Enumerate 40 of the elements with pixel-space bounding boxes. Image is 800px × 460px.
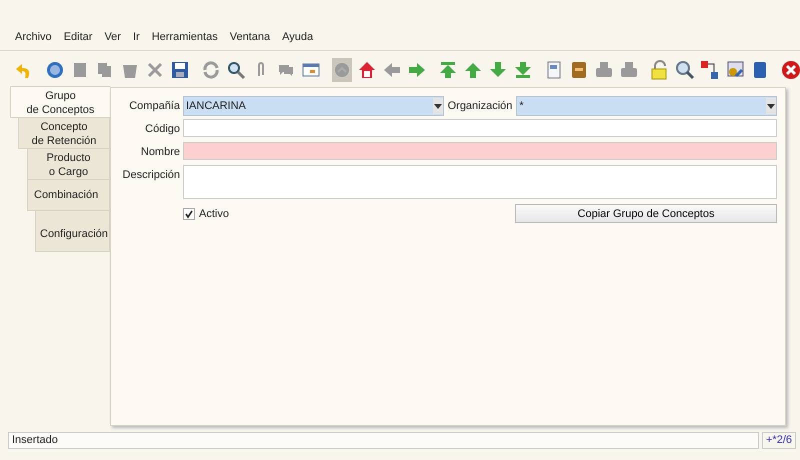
exit-icon[interactable] bbox=[781, 60, 800, 80]
field-label: Nombre bbox=[140, 145, 181, 160]
company-dropdown[interactable]: IANCARINA bbox=[183, 96, 444, 116]
last-icon[interactable] bbox=[513, 60, 533, 80]
field-label: Organización bbox=[448, 100, 512, 112]
down-icon[interactable] bbox=[488, 60, 508, 80]
organization-dropdown[interactable]: * bbox=[516, 96, 778, 116]
home-icon[interactable] bbox=[357, 60, 377, 80]
save-icon[interactable] bbox=[170, 60, 190, 80]
field-label: Compañía bbox=[128, 99, 181, 114]
menu-item[interactable]: Herramientas bbox=[152, 30, 218, 50]
up-icon[interactable] bbox=[463, 60, 483, 80]
active-checkbox[interactable] bbox=[183, 208, 195, 220]
menu-item[interactable]: Archivo bbox=[15, 30, 52, 50]
copy-button[interactable]: Copiar Grupo de Conceptos bbox=[515, 204, 777, 223]
code-field[interactable] bbox=[183, 119, 777, 137]
first-icon[interactable] bbox=[438, 60, 458, 80]
field-label: Descripción bbox=[122, 168, 181, 183]
menu-item[interactable]: Ventana bbox=[230, 30, 270, 50]
tab[interactable]: Configuración bbox=[35, 210, 110, 252]
field-label: Código bbox=[144, 122, 181, 137]
menu-item[interactable]: Editar bbox=[64, 30, 92, 50]
help-icon[interactable] bbox=[45, 60, 65, 80]
tab[interactable]: Producto o Cargo bbox=[27, 148, 110, 180]
tab[interactable]: Concepto de Retención bbox=[18, 117, 110, 149]
search-icon[interactable] bbox=[226, 60, 246, 80]
archive-icon[interactable] bbox=[569, 60, 589, 80]
right-icon[interactable] bbox=[407, 60, 427, 80]
zoom-icon[interactable] bbox=[675, 60, 695, 80]
workflow-icon[interactable] bbox=[700, 60, 720, 80]
status-message: Insertado bbox=[8, 432, 759, 449]
tab[interactable]: Combinación bbox=[27, 179, 110, 211]
menu-item[interactable]: Ir bbox=[132, 30, 140, 50]
record-indicator[interactable]: +*2/6 bbox=[762, 432, 796, 449]
menu-item[interactable]: Ver bbox=[104, 30, 121, 50]
name-field[interactable] bbox=[183, 142, 777, 160]
tab[interactable]: Grupo de Conceptos bbox=[10, 86, 111, 118]
menu-item[interactable]: Ayuda bbox=[282, 30, 314, 50]
checkbox-label: Activo bbox=[199, 208, 229, 220]
description-field[interactable] bbox=[183, 165, 777, 199]
